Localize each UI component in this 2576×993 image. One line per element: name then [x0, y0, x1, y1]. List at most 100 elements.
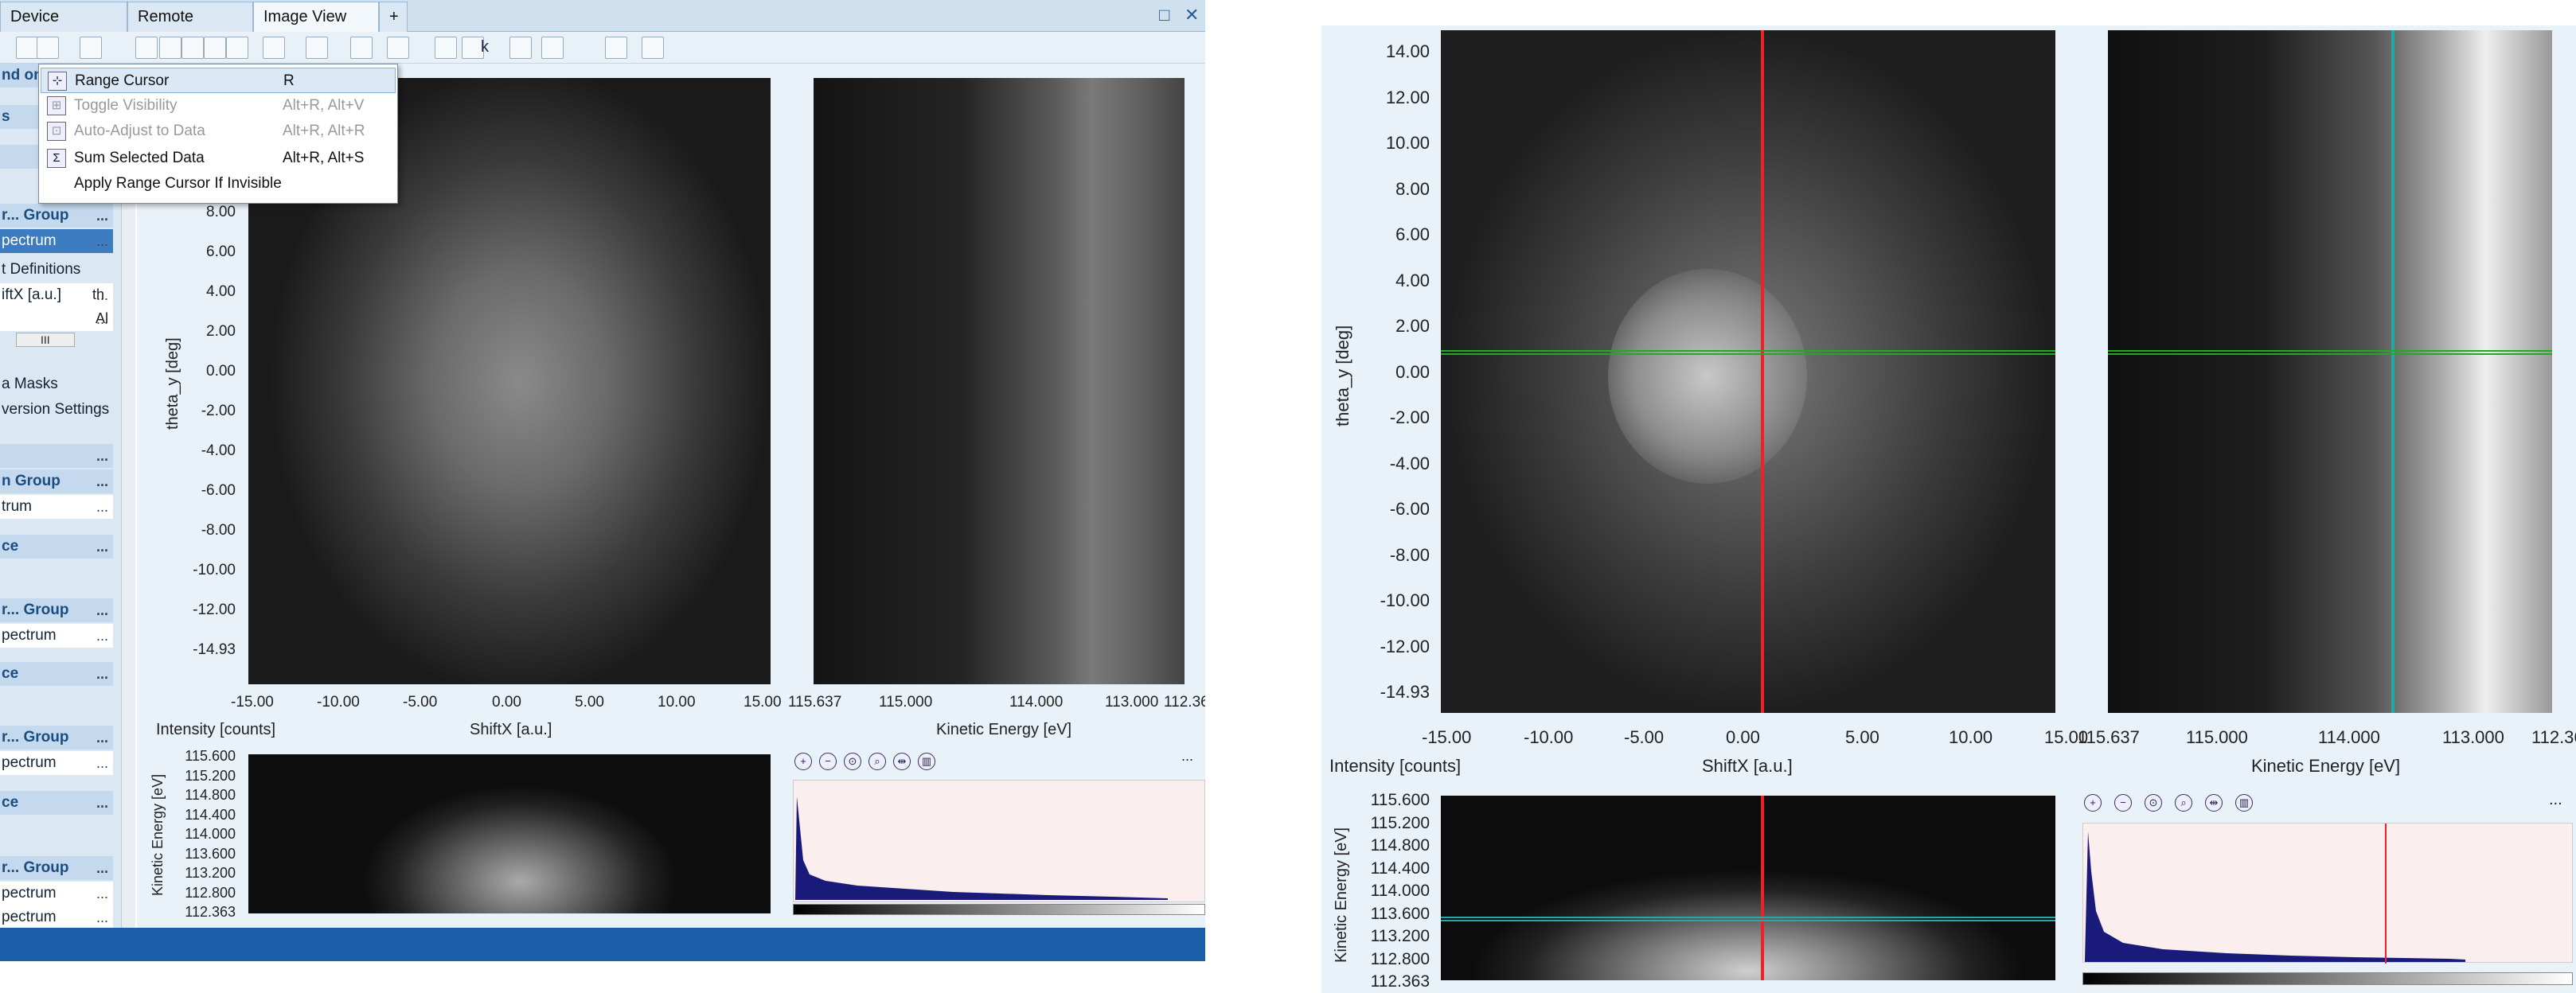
more-options-icon[interactable]: ...	[96, 882, 108, 905]
menu-item[interactable]: Σ Sum Selected Data Alt+R, Alt+S	[41, 146, 396, 171]
pointer-icon[interactable]	[80, 37, 102, 59]
px-icon[interactable]	[509, 37, 532, 59]
more-options-icon[interactable]: ...	[96, 751, 108, 775]
zoom-out-icon[interactable]	[159, 37, 181, 59]
sidebar-row[interactable]: pectrum...	[0, 624, 113, 648]
fit-icon[interactable]	[181, 37, 204, 59]
more-options-icon[interactable]: ...	[96, 229, 108, 253]
sidebar-row[interactable]: pectrum...	[0, 751, 113, 775]
sidebar-row[interactable]	[0, 687, 113, 711]
sidebar-row[interactable]	[0, 816, 113, 840]
sidebar-row[interactable]: ce...	[0, 535, 113, 559]
zoom-fit-icon[interactable]: ⌕	[2175, 794, 2192, 812]
range-icon[interactable]: ⇹	[893, 753, 911, 770]
more-options-icon[interactable]: ...	[96, 624, 108, 648]
more-options-icon[interactable]: ...	[96, 495, 108, 519]
close-icon[interactable]: ✕	[1185, 5, 1199, 25]
sidebar-row[interactable]: r... Group...	[0, 726, 113, 750]
zoom-out-icon[interactable]: −	[2114, 794, 2132, 812]
sidebar-row[interactable]: trum...	[0, 495, 113, 519]
menu-item[interactable]: Apply Range Cursor If Invisible	[41, 171, 396, 197]
more-options-icon[interactable]: ...	[96, 469, 108, 493]
sidebar-row[interactable]: pectrum...	[0, 229, 113, 253]
kinetic-energy-image-plot[interactable]	[814, 78, 1185, 684]
grid-icon[interactable]	[387, 37, 409, 59]
zoom-in-icon[interactable]: +	[794, 753, 812, 770]
sidebar-row[interactable]: ce...	[0, 662, 113, 686]
range-cursor-horizontal-ke[interactable]	[2108, 350, 2552, 355]
sidebar-row[interactable]: ...	[0, 444, 113, 468]
zoom-in-icon[interactable]	[135, 37, 158, 59]
more-options-icon[interactable]: ...	[96, 856, 108, 880]
zoom-out-icon[interactable]: −	[819, 753, 837, 770]
kinetic-energy-image-plot[interactable]	[2108, 30, 2552, 713]
tab-remote-control[interactable]: Remote Control	[127, 2, 253, 54]
main-image-plot[interactable]	[1441, 30, 2055, 713]
colorscale-bar[interactable]	[2082, 972, 2573, 985]
sidebar-row[interactable]: r... Group...	[0, 598, 113, 622]
more-options-icon[interactable]: ...	[96, 204, 108, 228]
range-cursor-vertical[interactable]	[1761, 30, 1764, 713]
sidebar-row[interactable]: pectrum...	[0, 882, 113, 905]
more-options-icon[interactable]: ...	[96, 791, 108, 815]
layout-2-icon[interactable]	[306, 37, 328, 59]
menu-item[interactable]: ⊞ Toggle Visibility Alt+R, Alt+V	[41, 93, 396, 119]
zoom-reset-icon[interactable]: ⊙	[844, 753, 861, 770]
layout-3-icon[interactable]	[350, 37, 373, 59]
bottom-energy-plot[interactable]	[1441, 796, 2055, 980]
histogram-more-icon[interactable]: ...	[2549, 791, 2562, 809]
sidebar-row[interactable]: a Masks	[0, 372, 113, 396]
export-2-icon[interactable]	[642, 37, 664, 59]
more-options-icon[interactable]: ...	[96, 444, 108, 468]
cursor-icon[interactable]	[37, 37, 59, 59]
sidebar-row[interactable]: pectrum...	[0, 905, 113, 929]
more-options-icon[interactable]: ...	[96, 726, 108, 750]
sidebar-row[interactable]: n Group...	[0, 469, 113, 493]
maximize-icon[interactable]: □	[1159, 5, 1169, 25]
layout-icon[interactable]	[263, 37, 285, 59]
histogram-icon[interactable]: ▥	[2235, 794, 2253, 812]
horizontal-scrollbar[interactable]: III	[16, 333, 75, 347]
bottom-y-axis-label: Kinetic Energy [eV]	[150, 773, 166, 896]
sidebar-row[interactable]: r... Group...	[0, 204, 113, 228]
more-options-icon[interactable]: ...	[96, 598, 108, 622]
tab-add[interactable]: +	[379, 2, 408, 32]
range-icon[interactable]: ⇹	[2205, 794, 2223, 812]
y-tick-label: -6.00	[1389, 499, 1430, 519]
bottom-energy-plot[interactable]	[248, 754, 771, 913]
histogram-icon[interactable]: ▥	[918, 753, 935, 770]
histogram-panel[interactable]	[2082, 823, 2573, 964]
menu-item[interactable]: ⊹ Range Cursor R	[41, 68, 396, 93]
range-cursor-horizontal[interactable]	[1441, 350, 2055, 355]
colorscale-bar[interactable]	[793, 904, 1205, 915]
function-icon[interactable]	[435, 37, 457, 59]
energy-cursor-vertical[interactable]	[2391, 30, 2395, 713]
menu-item[interactable]: ⊡ Auto-Adjust to Data Alt+R, Alt+R	[41, 119, 396, 144]
zoom-reset-icon[interactable]: ⊙	[2145, 794, 2162, 812]
fit-y-icon[interactable]	[226, 37, 248, 59]
export-icon[interactable]	[605, 37, 627, 59]
histogram-panel[interactable]	[793, 780, 1205, 902]
sidebar-row[interactable]: t Definitions	[0, 258, 113, 282]
grid-lines-icon[interactable]	[541, 37, 564, 59]
more-options-icon[interactable]: ...	[96, 535, 108, 559]
tab-image-view[interactable]: Image View (2)	[253, 2, 379, 54]
more-options-icon[interactable]: ...	[96, 662, 108, 686]
more-options-icon[interactable]: ...	[96, 905, 108, 929]
zoom-fit-icon[interactable]: ⌕	[868, 753, 886, 770]
select-icon[interactable]	[16, 37, 38, 59]
bottom-y-tick-label: 115.600	[1370, 791, 1430, 809]
y-tick-label: 12.00	[1385, 87, 1430, 107]
histogram-more-icon[interactable]: ...	[1181, 748, 1193, 765]
sidebar-row[interactable]: r... Group...	[0, 856, 113, 880]
y-tick-label: -12.00	[1380, 636, 1430, 656]
auto-adjust-icon: ⊡	[47, 122, 66, 141]
zoom-in-icon[interactable]: +	[2084, 794, 2102, 812]
energy-cursor-horizontal[interactable]	[1441, 917, 2055, 921]
sidebar-row[interactable]	[0, 560, 113, 584]
sidebar-row[interactable]: ce...	[0, 791, 113, 815]
range-cursor-vertical-bottom[interactable]	[1761, 796, 1764, 980]
tab-device-controls[interactable]: Device Controls	[0, 2, 127, 54]
sidebar-row[interactable]: version Settings	[0, 398, 113, 422]
fit-x-icon[interactable]	[204, 37, 226, 59]
